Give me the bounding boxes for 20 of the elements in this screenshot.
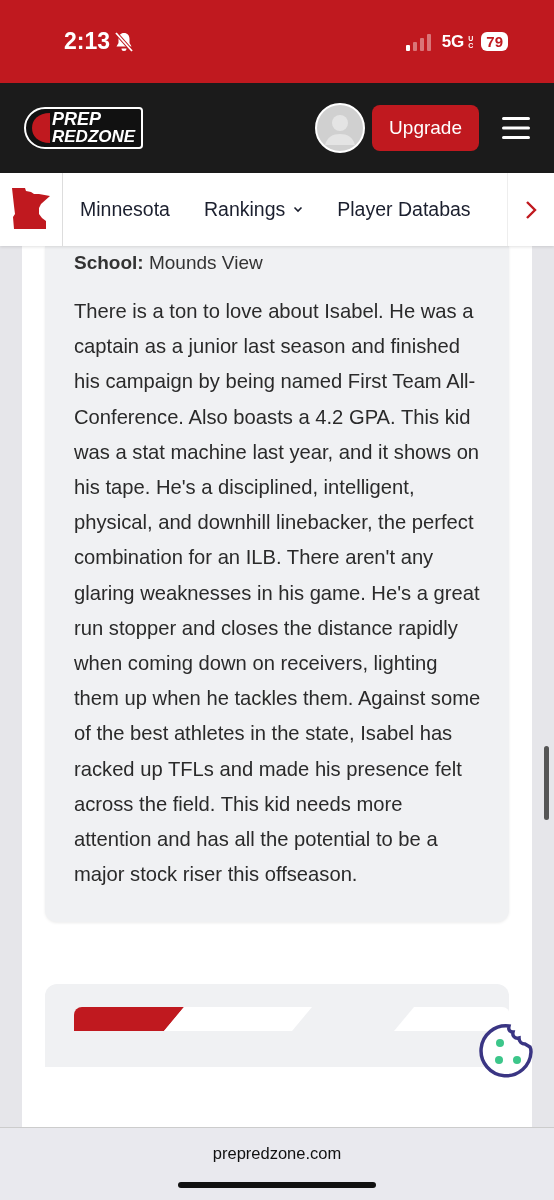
nav-link[interactable]: Player Databas [337, 198, 471, 221]
url-text: prepredzone.com [212, 1144, 342, 1163]
logo-text: PREP [52, 111, 103, 128]
scrollbar[interactable] [544, 746, 549, 820]
avatar-icon[interactable] [315, 103, 366, 153]
site-logo[interactable]: PREP REDZONE [24, 107, 144, 149]
nav-link[interactable]: Minnesota [80, 198, 170, 221]
upgrade-button[interactable]: Upgrade [372, 105, 479, 151]
nav-link[interactable]: Rankings [203, 198, 304, 221]
chevron-right-icon[interactable] [525, 199, 537, 220]
browser-address-bar[interactable]: prepredzone.com [0, 1127, 554, 1200]
football-icon [30, 111, 52, 145]
scouting-report: There is a ton to love about Isabel. He was a captain as a junior last season and finished his campaign by being named First Team All-Conference. Also boasts a 4.2 GPA. This kid was a stat machine last year, and it shows on his tape. He's a disciplined, intelligent, physical, and downhill linebacker, the perfect combination for an ILB. There aren't any glaring weaknesses in his game. He's a great run stopper and closes the distance rapidly when coming down on receivers, lighting them up when he tackles them. Against some of the best athletes in the state, Isabel has racked up TFLs and made his presence felt across the field. This kid needs more attention and has all the potential to be a major stock riser this offseason. [74, 299, 481, 888]
clock-time: 2:13 [64, 28, 111, 55]
battery-level: 79 [481, 32, 508, 51]
signal-icon [405, 32, 432, 51]
menu-icon[interactable] [502, 117, 530, 139]
network-label: 5G [441, 31, 465, 52]
school-line: School: Mounds View [74, 252, 264, 274]
logo-text: REDZONE [52, 128, 136, 145]
